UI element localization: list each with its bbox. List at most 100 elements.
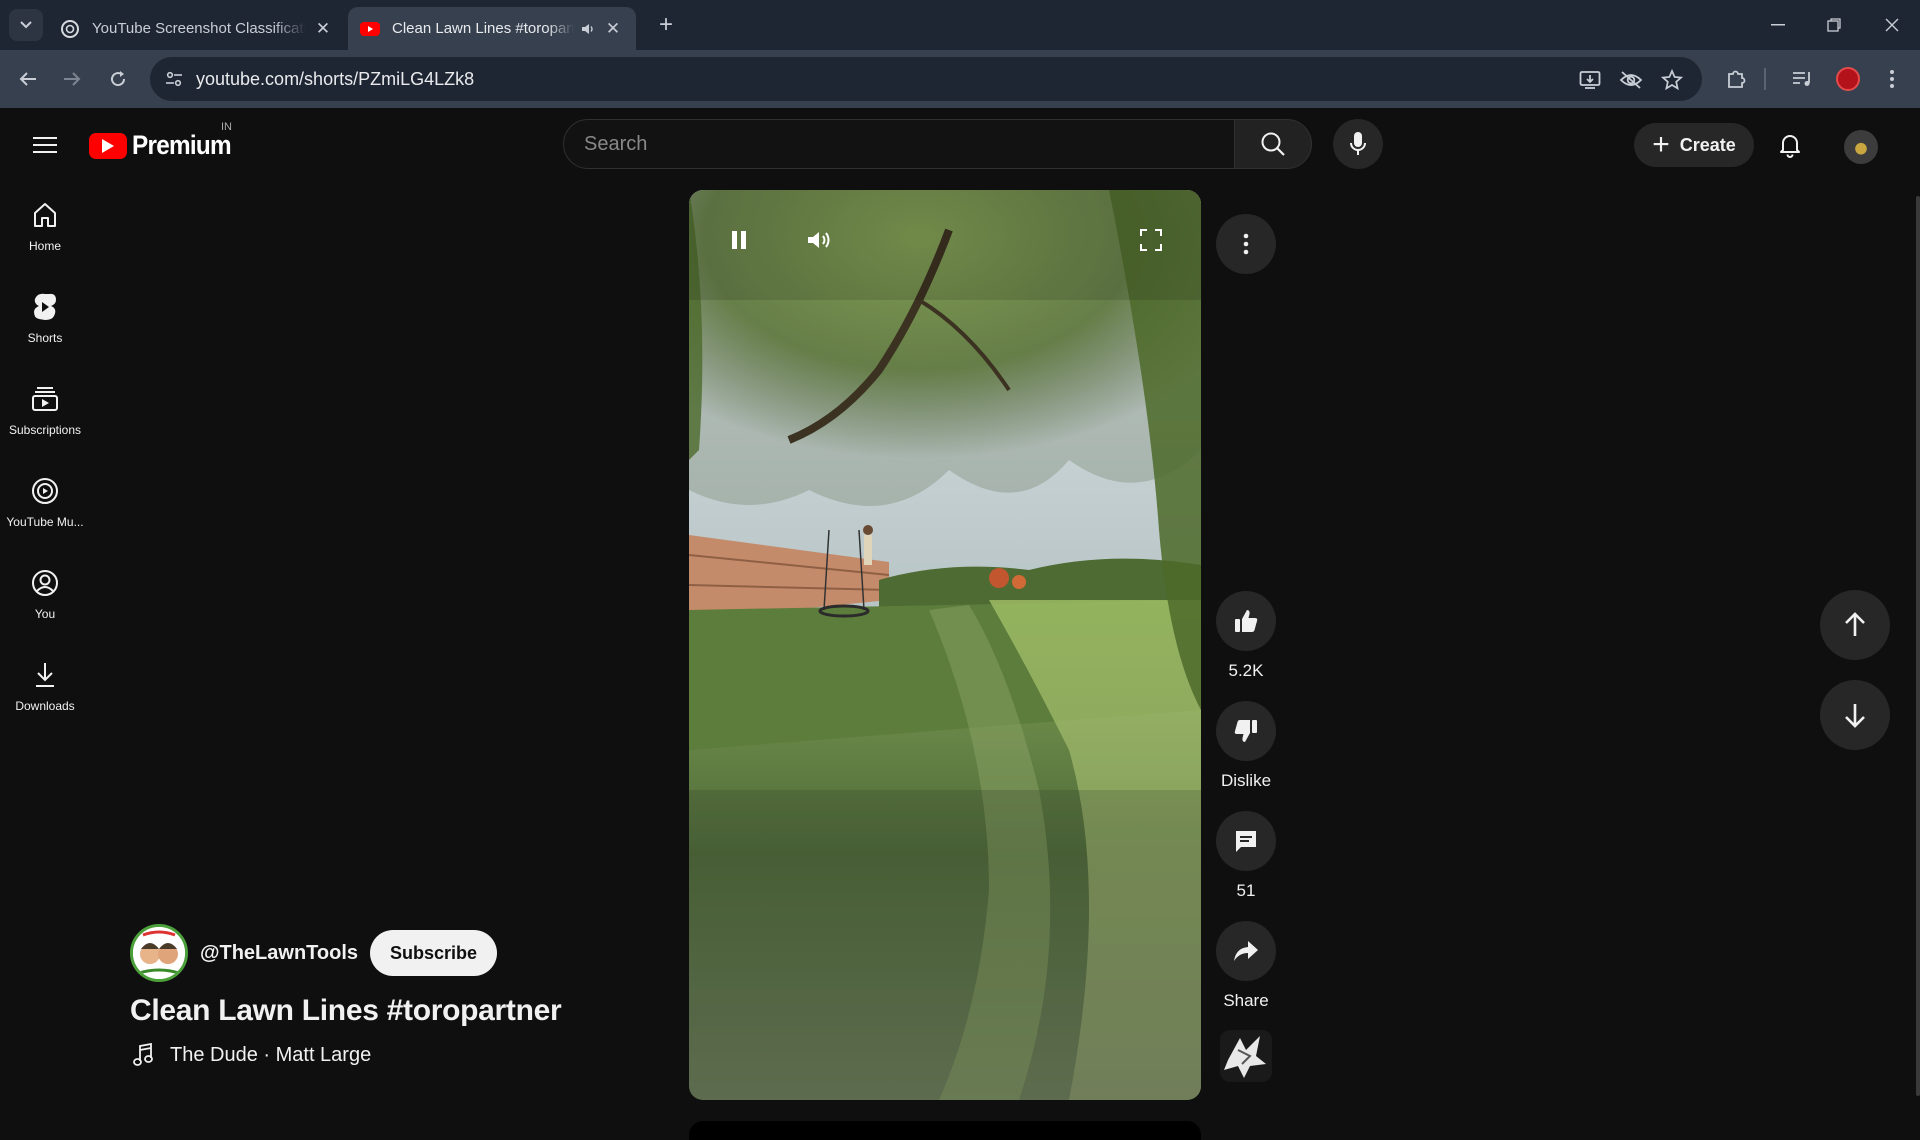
share-button[interactable] <box>1216 921 1276 981</box>
channel-logo-icon <box>133 927 185 979</box>
extensions-icon[interactable] <box>1722 65 1750 93</box>
plus-icon: + <box>1652 128 1670 161</box>
sound-thumbnail[interactable] <box>1220 1030 1272 1082</box>
logo-text: Premium <box>132 130 232 160</box>
tab-search-button[interactable] <box>9 9 43 41</box>
back-button[interactable] <box>12 63 44 95</box>
channel-row: @TheLawnTools Subscribe <box>130 924 498 982</box>
thumbs-up-icon <box>1235 610 1258 632</box>
site-info-icon[interactable] <box>158 63 190 95</box>
search-button[interactable] <box>1234 119 1312 169</box>
restore-icon <box>1827 18 1841 32</box>
share-icon <box>1234 941 1258 961</box>
notifications-button[interactable] <box>1770 125 1810 165</box>
previous-short-button[interactable] <box>1820 590 1890 660</box>
more-options-button[interactable] <box>1216 214 1276 274</box>
music-title: The Dude · Matt Large <box>170 1043 372 1066</box>
openai-icon <box>60 19 80 39</box>
browser-tab-short[interactable]: Clean Lawn Lines #toropartner ✕ <box>348 7 636 50</box>
close-tab-icon[interactable]: ✕ <box>312 18 334 40</box>
tab-title: YouTube Screenshot Classificati <box>92 20 306 37</box>
subscribe-button[interactable]: Subscribe <box>370 930 498 976</box>
arrow-up-icon <box>1845 612 1865 636</box>
channel-handle[interactable]: @TheLawnTools <box>200 942 358 965</box>
media-controls-icon[interactable] <box>1788 65 1816 93</box>
arrow-down-icon <box>1845 704 1865 728</box>
video-frame <box>689 190 1201 1100</box>
browser-menu-icon[interactable] <box>1878 65 1906 93</box>
guide-item-shorts[interactable]: Shorts <box>0 272 90 352</box>
profile-avatar[interactable] <box>1834 65 1862 93</box>
account-avatar[interactable] <box>1844 130 1878 164</box>
video-title: Clean Lawn Lines #toropartner <box>130 994 562 1027</box>
guide-label: Shorts <box>27 331 63 345</box>
country-code: IN <box>221 121 232 133</box>
close-tab-icon[interactable]: ✕ <box>602 18 624 40</box>
guide-label: Downloads <box>15 699 75 713</box>
chevron-down-icon <box>20 21 32 29</box>
pause-icon <box>732 231 746 249</box>
music-row[interactable]: The Dude · Matt Large <box>132 1043 371 1067</box>
volume-button[interactable] <box>799 220 839 260</box>
new-tab-button[interactable]: + <box>652 11 680 39</box>
forward-button[interactable] <box>56 63 88 95</box>
tracking-protection-icon[interactable] <box>1619 68 1643 92</box>
dislike-action: Dislike <box>1212 701 1280 791</box>
tab-title: Clean Lawn Lines #toropartner <box>392 20 574 37</box>
browser-toolbar: youtube.com/shorts/PZmiLG4LZk8 <box>0 50 1920 108</box>
next-short-preview[interactable] <box>689 1121 1201 1140</box>
sound-artwork-icon <box>1224 1036 1266 1078</box>
address-bar[interactable]: youtube.com/shorts/PZmiLG4LZk8 <box>150 57 1702 101</box>
reload-button[interactable] <box>102 63 134 95</box>
voice-search-button[interactable] <box>1333 119 1383 169</box>
comments-button[interactable] <box>1216 811 1276 871</box>
tab-audio-icon[interactable] <box>580 21 596 37</box>
guide-item-you[interactable]: You <box>0 548 90 628</box>
page-scrollbar[interactable] <box>1916 196 1920 1096</box>
guide-menu-button[interactable] <box>26 126 64 164</box>
search-input[interactable] <box>564 120 1235 168</box>
channel-avatar[interactable] <box>130 924 188 982</box>
dislike-button[interactable] <box>1216 701 1276 761</box>
install-app-icon[interactable] <box>1578 68 1602 92</box>
arrow-left-icon <box>19 72 36 86</box>
hamburger-icon <box>33 137 57 153</box>
bell-icon <box>1780 135 1800 158</box>
arrow-right-icon <box>64 72 81 86</box>
youtube-premium-logo[interactable]: Premium IN <box>89 121 242 161</box>
create-label: Create <box>1679 134 1736 155</box>
pause-button[interactable] <box>719 220 759 260</box>
browser-tab-strip: YouTube Screenshot Classificati ✕ Clean … <box>0 0 1920 50</box>
next-short-button[interactable] <box>1820 680 1890 750</box>
like-button[interactable] <box>1216 591 1276 651</box>
reload-icon <box>111 71 126 87</box>
create-button[interactable]: + Create <box>1634 123 1754 167</box>
bookmark-star-icon[interactable] <box>1660 68 1684 92</box>
browser-tab-classification[interactable]: YouTube Screenshot Classificati ✕ <box>48 7 346 50</box>
guide-label: Home <box>28 239 61 253</box>
guide-item-home[interactable]: Home <box>0 180 90 260</box>
fullscreen-icon <box>1140 229 1162 251</box>
comment-count: 51 <box>1236 881 1256 900</box>
like-count: 5.2K <box>1228 661 1264 680</box>
youtube-icon <box>360 19 380 39</box>
like-action: 5.2K <box>1212 591 1280 681</box>
guide-item-subscriptions[interactable]: Subscriptions <box>0 364 90 444</box>
minimize-icon <box>1771 24 1785 26</box>
microphone-icon <box>1350 132 1366 155</box>
guide-label: You <box>34 607 56 621</box>
music-note-icon <box>132 1043 154 1067</box>
close-window-button[interactable] <box>1864 0 1920 50</box>
shorts-video-player[interactable] <box>689 190 1201 1100</box>
guide-item-downloads[interactable]: Downloads <box>0 640 90 720</box>
minimize-window-button[interactable] <box>1750 0 1806 50</box>
comment-icon <box>1236 831 1256 852</box>
url-text: youtube.com/shorts/PZmiLG4LZk8 <box>196 69 475 89</box>
fullscreen-button[interactable] <box>1131 220 1171 260</box>
guide-item-youtube-music[interactable]: YouTube Mu... <box>0 456 90 536</box>
search-box[interactable] <box>563 119 1236 169</box>
youtube-masthead: Premium IN + Create <box>0 108 1920 180</box>
toolbar-divider <box>1764 68 1766 90</box>
dislike-label: Dislike <box>1220 771 1272 790</box>
restore-window-button[interactable] <box>1806 0 1862 50</box>
